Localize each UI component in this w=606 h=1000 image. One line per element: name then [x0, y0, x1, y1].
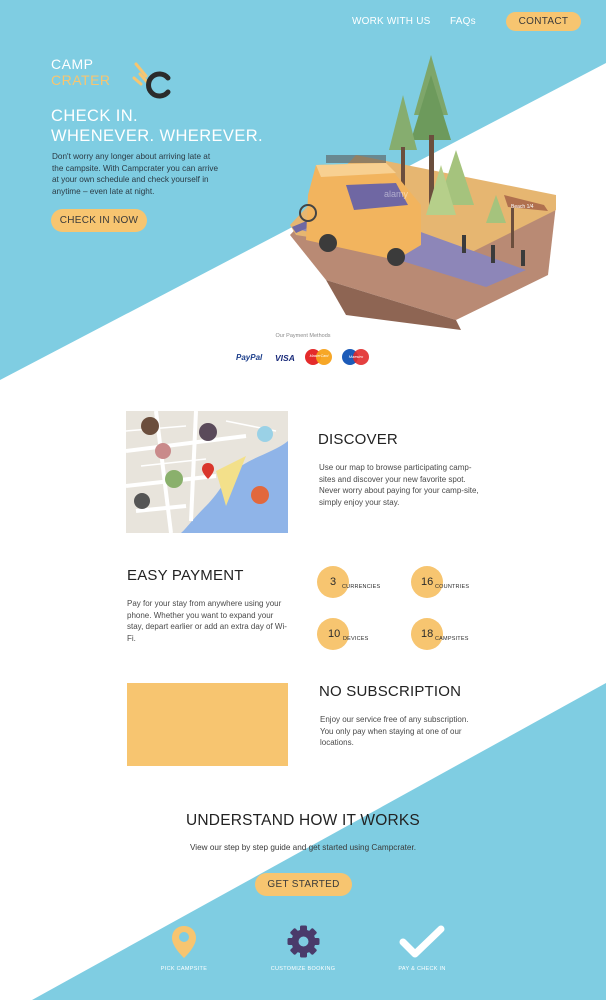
stat-number-countries: 16 [421, 576, 434, 588]
stat-number-devices: 10 [328, 628, 341, 640]
map-marker-beach-icon [257, 426, 273, 442]
logo-text-crater: CRATER [51, 72, 111, 88]
stat-label-devices: DEVICES [343, 636, 369, 642]
campervan-illustration: Beach 1/4 alamy [290, 55, 556, 330]
payment-methods-label: Our Payment Methods [275, 333, 331, 339]
mastercard-label: MasterCard [309, 354, 329, 358]
get-started-button[interactable]: GET STARTED [255, 873, 352, 896]
step-customize-booking[interactable]: CUSTOMIZE BOOKING [258, 925, 348, 975]
hero-description: Don't worry any longer about arriving la… [52, 152, 219, 196]
step-label-pick-campsite: PICK CAMPSITE [160, 966, 208, 972]
map-marker-drinks-icon [199, 423, 217, 441]
checkmark-icon [399, 925, 445, 958]
map-marker-van-icon [134, 493, 150, 509]
logo[interactable]: CAMP CRATER [51, 56, 111, 88]
how-it-works-title: UNDERSTAND HOW IT WORKS [186, 812, 420, 829]
map-marker-tent-icon [155, 443, 171, 459]
no-subscription-title: NO SUBSCRIPTION [319, 683, 462, 700]
how-it-works-description: View our step by step guide and get star… [189, 843, 417, 852]
hero-title-line1: CHECK IN. [51, 107, 139, 125]
mastercard-logo: MasterCard [304, 348, 334, 367]
maestro-label: Maestro [348, 354, 364, 359]
map-marker-sunset-icon [251, 486, 269, 504]
easy-payment-title: EASY PAYMENT [127, 567, 244, 584]
step-pay-check-in[interactable]: PAY & CHECK IN [378, 925, 466, 975]
gear-icon [287, 925, 320, 958]
visa-logo: VISA [275, 353, 295, 363]
no-subscription-description: Enjoy our service free of any subscripti… [320, 715, 469, 747]
map-marker-camp-icon [165, 470, 183, 488]
discover-title: DISCOVER [318, 431, 398, 448]
stat-label-countries: COUNTRIES [435, 584, 470, 590]
nav-faqs[interactable]: FAQs [450, 16, 476, 27]
campsite-map[interactable] [126, 411, 288, 533]
stats-grid: 3 CURRENCIES 16 COUNTRIES 10 DEVICES 18 … [317, 566, 477, 656]
discover-description: Use our map to browse participating camp… [319, 463, 479, 507]
stat-label-campsites: CAMPSITES [435, 636, 469, 642]
logo-text-camp: CAMP [51, 56, 94, 72]
hero-title-line2: WHENEVER. WHEREVER. [51, 127, 264, 145]
stat-number-currencies: 3 [330, 576, 337, 588]
check-in-now-button[interactable]: CHECK IN NOW [51, 209, 147, 232]
maestro-logo: Maestro [341, 348, 371, 367]
map-marker-cabin-icon [141, 417, 159, 435]
watermark-text: alamy [384, 189, 409, 199]
step-label-customize-booking: CUSTOMIZE BOOKING [270, 966, 336, 972]
contact-button[interactable]: CONTACT [506, 12, 581, 31]
logo-mark-icon [132, 62, 171, 99]
step-label-pay-check-in: PAY & CHECK IN [398, 966, 446, 972]
no-subscription-image-placeholder [127, 683, 288, 766]
stat-label-currencies: CURRENCIES [342, 584, 381, 590]
hero-title: CHECK IN. WHENEVER. WHEREVER. [51, 106, 263, 146]
easy-payment-description: Pay for your stay from anywhere using yo… [127, 599, 287, 643]
map-pin-icon [172, 926, 196, 958]
stat-number-campsites: 18 [421, 628, 434, 640]
paypal-logo: PayPal [236, 353, 263, 362]
beach-sign-label: Beach 1/4 [511, 204, 534, 210]
nav-work-with-us[interactable]: WORK WITH US [352, 16, 431, 27]
step-pick-campsite[interactable]: PICK CAMPSITE [140, 925, 228, 975]
